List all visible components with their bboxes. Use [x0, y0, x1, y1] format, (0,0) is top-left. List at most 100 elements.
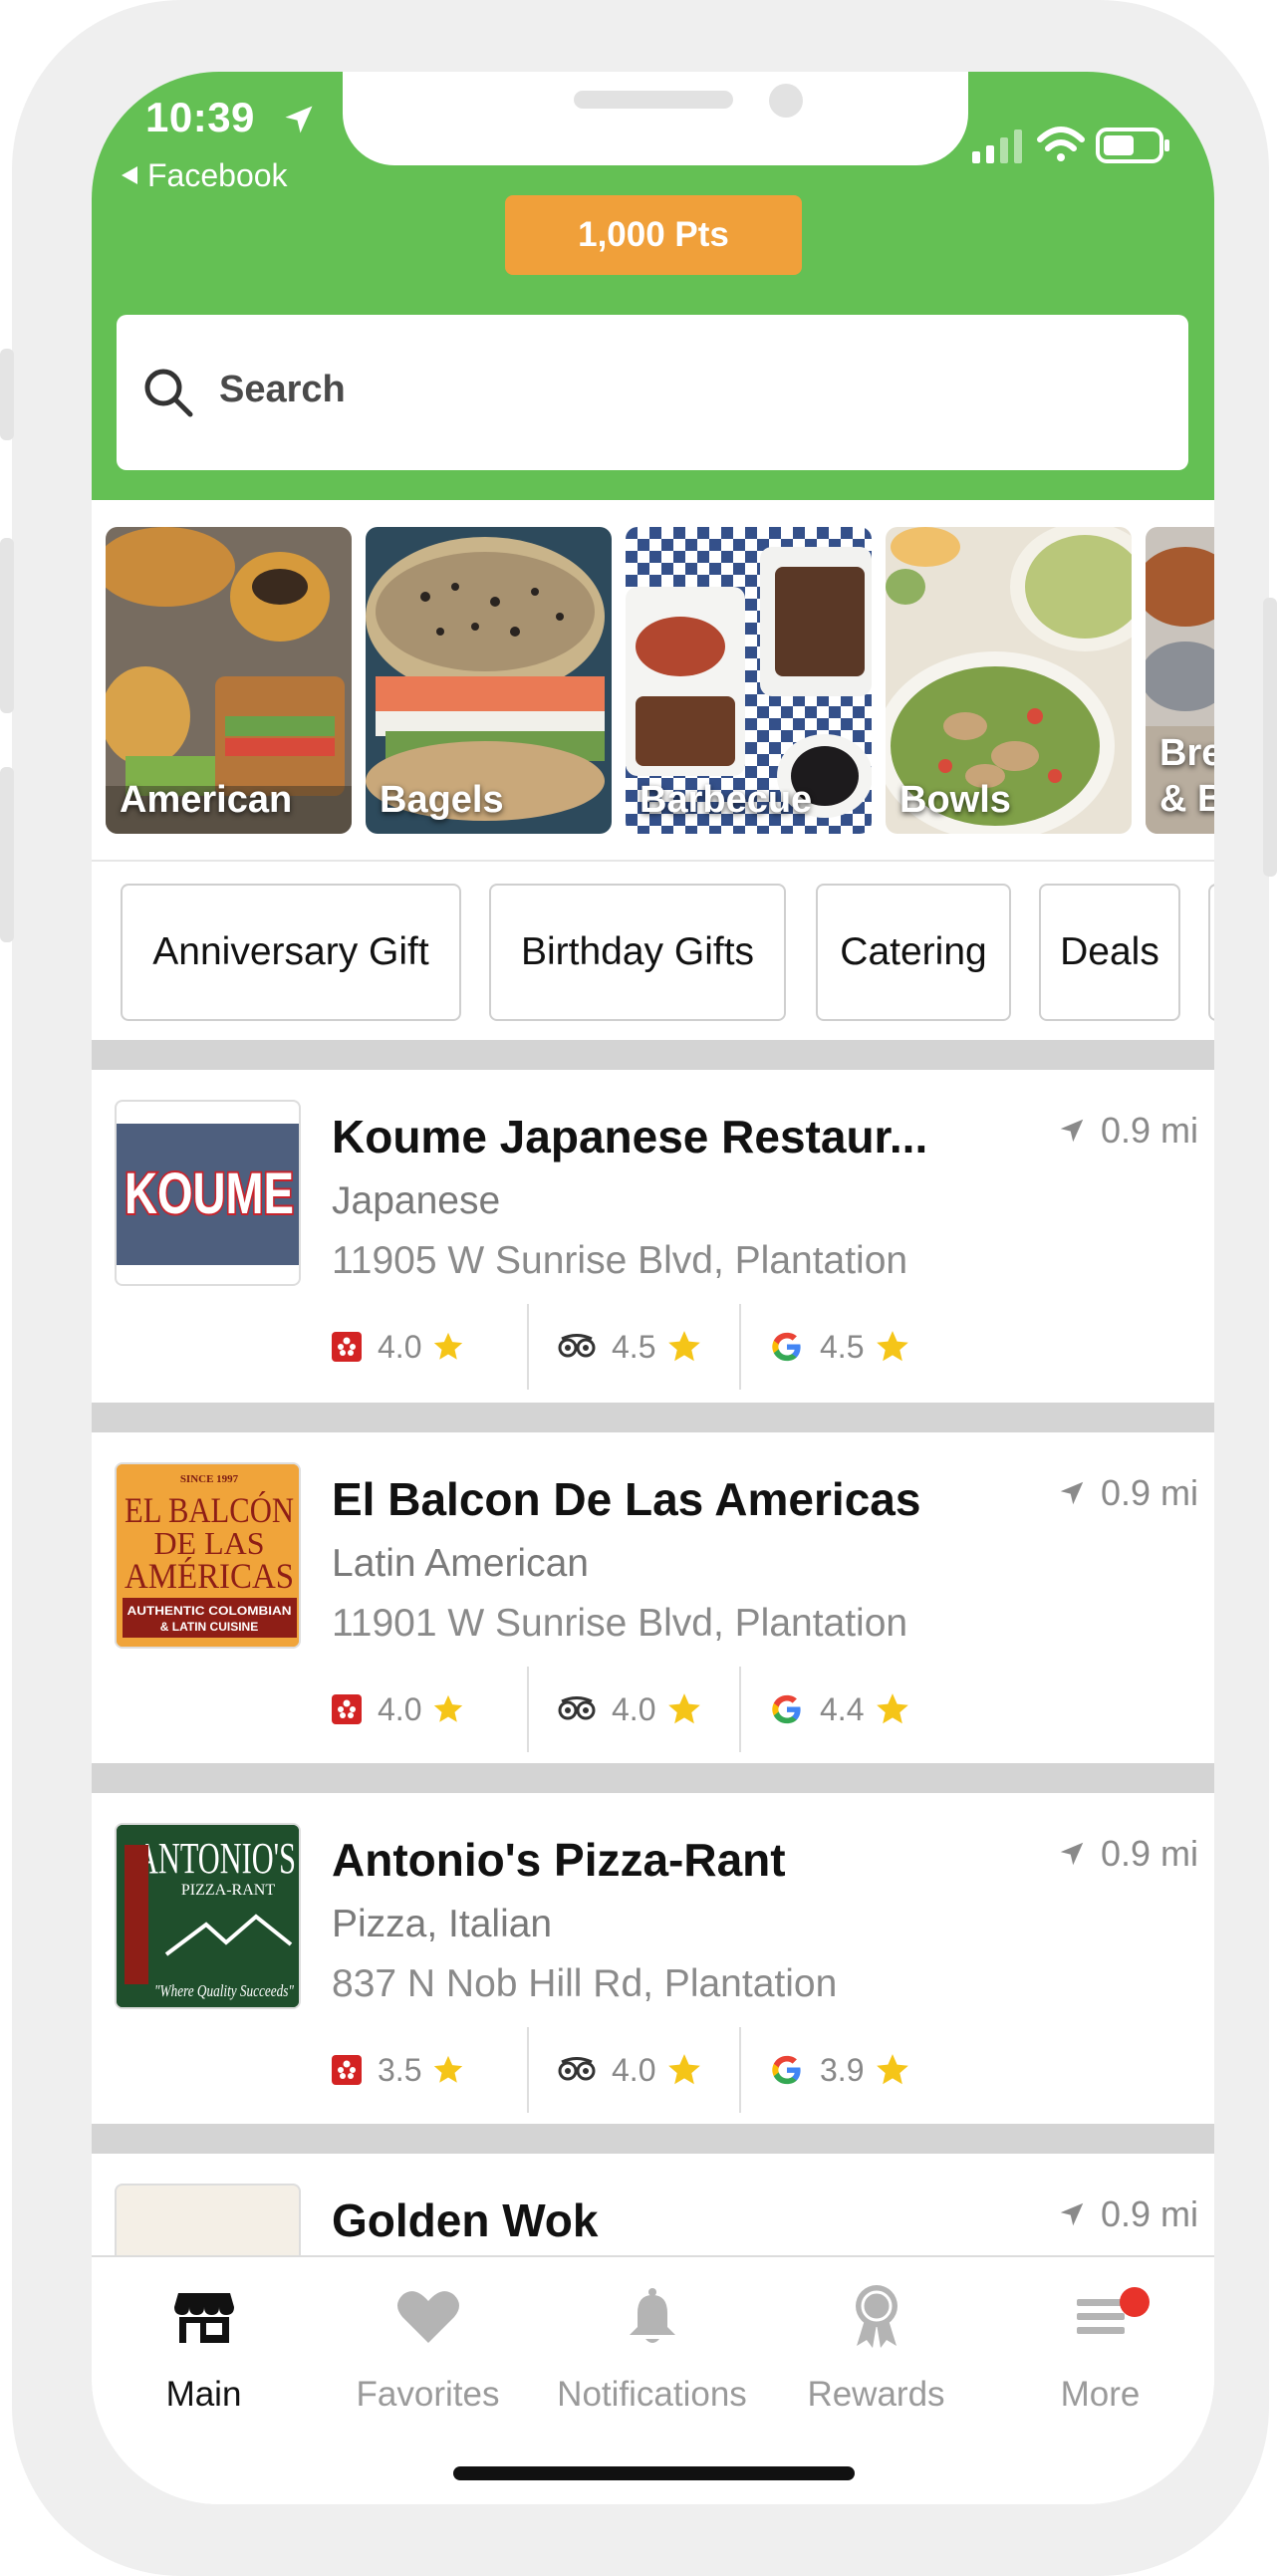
tab-label: Main: [165, 2375, 242, 2414]
category-breakfast[interactable]: Bre & B: [1146, 527, 1214, 834]
category-barbecue[interactable]: Barbecue: [626, 527, 872, 834]
category-american[interactable]: American: [106, 527, 352, 834]
svg-text:AMÉRICAS: AMÉRICAS: [125, 1556, 294, 1596]
distance-value: 0.9 mi: [1100, 1110, 1198, 1151]
restaurant-row[interactable]: ANTONIO'S PIZZA-RANT "Where Quality Succ…: [92, 1793, 1214, 2126]
rating-value: 4.5: [612, 1328, 656, 1365]
list-separator: [92, 1040, 1214, 1070]
restaurant-distance: 0.9 mi: [1057, 1833, 1198, 1875]
tripadvisor-rating: 4.0: [558, 2027, 703, 2113]
restaurant-name: Golden Wok: [332, 2194, 599, 2246]
tripadvisor-icon: [558, 1696, 596, 1720]
tripadvisor-icon: [558, 2057, 596, 2081]
restaurant-logo: [115, 2184, 301, 2263]
google-rating: 4.5: [770, 1304, 911, 1390]
phone-volume-up-button: [0, 538, 14, 713]
app-screen: 10:39 Facebook 1,000 Pts Search American…: [92, 72, 1214, 2504]
yelp-rating: 4.0: [332, 1667, 465, 1752]
rating-divider: [527, 1304, 529, 1390]
signal-icon: [972, 129, 1022, 163]
category-label: Bowls: [899, 779, 1011, 821]
bell-icon: [629, 2288, 675, 2343]
tag-more[interactable]: [1208, 884, 1214, 1021]
phone-power-button: [1263, 598, 1277, 877]
tab-main[interactable]: Main: [92, 2277, 316, 2415]
distance-value: 0.9 mi: [1100, 1833, 1198, 1874]
yelp-icon: [332, 1332, 362, 1362]
notch-speaker: [574, 91, 733, 109]
tab-label: Notifications: [557, 2375, 747, 2414]
category-label: Bagels: [380, 779, 504, 821]
tab-label: Rewards: [807, 2375, 945, 2414]
location-arrow-icon: [1060, 2202, 1084, 2226]
google-rating: 4.4: [770, 1667, 911, 1752]
search-bar[interactable]: Search: [117, 315, 1188, 470]
restaurant-distance: 0.9 mi: [1057, 1110, 1198, 1152]
rating-value: 4.0: [378, 1690, 422, 1727]
tab-rewards[interactable]: Rewards: [764, 2277, 988, 2415]
restaurant-row[interactable]: Golden Wok 0.9 mi: [92, 2154, 1214, 2263]
tag-birthday-gifts[interactable]: Birthday Gifts: [489, 884, 786, 1021]
phone-frame: 10:39 Facebook 1,000 Pts Search American…: [0, 0, 1277, 2576]
back-app-label: Facebook: [147, 157, 288, 193]
category-bagels[interactable]: Bagels: [366, 527, 612, 834]
restaurant-cuisine: Latin American: [332, 1542, 589, 1585]
battery-icon: [1096, 128, 1169, 163]
location-arrow-icon: [1060, 1842, 1084, 1866]
tripadvisor-icon: [558, 1334, 596, 1358]
svg-text:& LATIN CUISINE: & LATIN CUISINE: [160, 1620, 258, 1634]
tag-deals[interactable]: Deals: [1039, 884, 1180, 1021]
rating-value: 4.4: [820, 1690, 865, 1727]
category-bowls[interactable]: Bowls: [886, 527, 1132, 834]
rating-divider: [527, 1667, 529, 1752]
back-to-app-link[interactable]: Facebook: [122, 157, 288, 194]
tag-chips[interactable]: Anniversary Gift Birthday Gifts Catering…: [92, 884, 1214, 1023]
google-icon: [772, 1694, 801, 1724]
rating-divider: [739, 1667, 741, 1752]
tag-catering[interactable]: Catering: [816, 884, 1011, 1021]
app-header: 10:39 Facebook 1,000 Pts Search: [92, 72, 1214, 500]
back-triangle-icon: [122, 166, 137, 184]
rating-value: 4.0: [612, 1690, 656, 1727]
points-button[interactable]: 1,000 Pts: [505, 195, 802, 275]
tab-more[interactable]: More: [988, 2277, 1212, 2415]
star-icon: [668, 1693, 701, 1724]
tag-anniversary-gift[interactable]: Anniversary Gift: [121, 884, 461, 1021]
search-placeholder: Search: [219, 369, 346, 410]
category-label: Barbecue: [640, 779, 813, 821]
restaurant-address: 837 N Nob Hill Rd, Plantation: [332, 1962, 838, 2005]
ratings: 4.0 4.0 4.4: [332, 1667, 929, 1752]
tab-favorites[interactable]: Favorites: [316, 2277, 540, 2415]
svg-text:ANTONIO'S: ANTONIO'S: [136, 1834, 296, 1883]
rating-divider: [739, 2027, 741, 2113]
search-icon: [144, 369, 193, 417]
restaurant-address: 11901 W Sunrise Blvd, Plantation: [332, 1602, 908, 1645]
rating-value: 3.9: [820, 2051, 865, 2088]
svg-text:SINCE 1997: SINCE 1997: [180, 1473, 239, 1485]
antonios-logo: ANTONIO'S PIZZA-RANT "Where Quality Succ…: [117, 1825, 299, 2007]
restaurant-row[interactable]: KOUME Koume Japanese Restaur... Japanese…: [92, 1070, 1214, 1403]
yelp-rating: 3.5: [332, 2027, 465, 2113]
google-icon: [772, 2055, 801, 2085]
rating-divider: [527, 2027, 529, 2113]
star-icon: [877, 1693, 909, 1724]
tab-notifications[interactable]: Notifications: [540, 2277, 764, 2415]
star-icon: [434, 1694, 463, 1722]
status-icons: [972, 127, 1169, 163]
award-ribbon-icon: [855, 2285, 897, 2348]
tab-label: Favorites: [356, 2375, 500, 2414]
yelp-rating: 4.0: [332, 1304, 465, 1390]
list-separator: [92, 1763, 1214, 1793]
tab-label: More: [1060, 2375, 1141, 2414]
svg-text:EL BALCÓN: EL BALCÓN: [125, 1490, 294, 1530]
rating-value: 4.0: [378, 1328, 422, 1365]
svg-text:AUTHENTIC COLOMBIAN: AUTHENTIC COLOMBIAN: [128, 1604, 292, 1618]
restaurant-row[interactable]: SINCE 1997 EL BALCÓN DE LAS AMÉRICAS AUT…: [92, 1432, 1214, 1765]
category-carousel[interactable]: American Bagels Barbecue Bowls Bre & B: [106, 527, 1214, 834]
star-icon: [668, 1331, 701, 1362]
restaurant-name: Antonio's Pizza-Rant: [332, 1834, 786, 1886]
ratings: 4.0 4.5 4.5: [332, 1304, 929, 1390]
home-indicator[interactable]: [453, 2466, 855, 2480]
tripadvisor-rating: 4.5: [558, 1304, 703, 1390]
distance-value: 0.9 mi: [1100, 2193, 1198, 2234]
